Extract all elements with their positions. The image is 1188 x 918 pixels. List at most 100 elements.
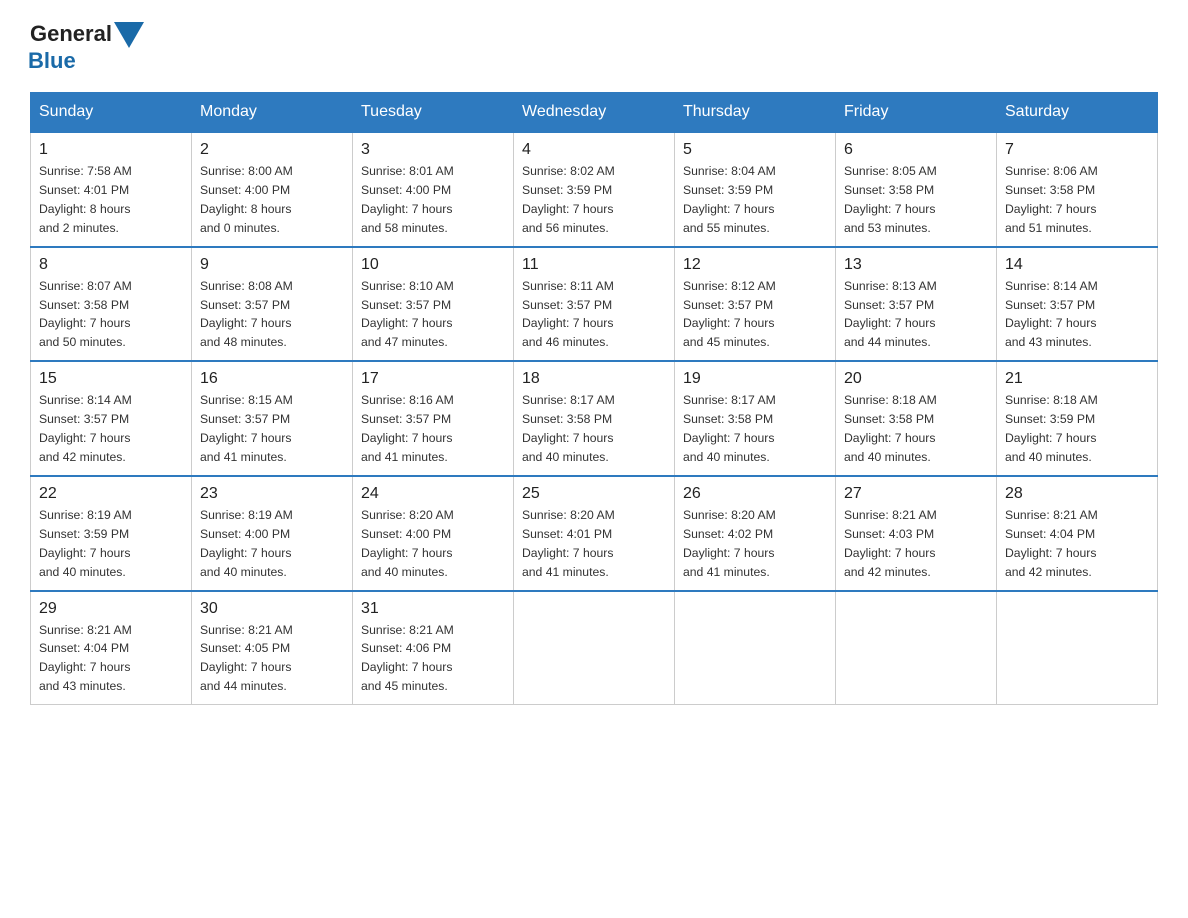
day-info: Sunrise: 8:11 AMSunset: 3:57 PMDaylight:…	[522, 277, 666, 353]
day-info: Sunrise: 8:20 AMSunset: 4:01 PMDaylight:…	[522, 506, 666, 582]
week-row-1: 1Sunrise: 7:58 AMSunset: 4:01 PMDaylight…	[31, 132, 1158, 247]
calendar-cell: 24 Sunrise: 8:20 AMSunset: 4:00 PMDayligh…	[353, 476, 514, 591]
day-info: Sunrise: 8:14 AMSunset: 3:57 PMDaylight:…	[39, 391, 183, 467]
day-number: 8	[39, 256, 183, 274]
day-number: 6	[844, 141, 988, 159]
header-thursday: Thursday	[675, 93, 836, 133]
calendar-cell	[836, 591, 997, 705]
header-sunday: Sunday	[31, 93, 192, 133]
day-number: 23	[200, 485, 344, 503]
day-number: 12	[683, 256, 827, 274]
day-info: Sunrise: 8:18 AMSunset: 3:59 PMDaylight:…	[1005, 391, 1149, 467]
day-number: 26	[683, 485, 827, 503]
day-info: Sunrise: 8:04 AMSunset: 3:59 PMDaylight:…	[683, 162, 827, 238]
calendar-cell: 14Sunrise: 8:14 AMSunset: 3:57 PMDayligh…	[997, 247, 1158, 362]
calendar-cell: 16 Sunrise: 8:15 AMSunset: 3:57 PMDayligh…	[192, 361, 353, 476]
calendar-cell: 11 Sunrise: 8:11 AMSunset: 3:57 PMDayligh…	[514, 247, 675, 362]
calendar-cell: 8 Sunrise: 8:07 AMSunset: 3:58 PMDaylight…	[31, 247, 192, 362]
day-number: 17	[361, 370, 505, 388]
day-number: 11	[522, 256, 666, 274]
calendar-cell	[997, 591, 1158, 705]
calendar-cell: 13 Sunrise: 8:13 AMSunset: 3:57 PMDayligh…	[836, 247, 997, 362]
header-tuesday: Tuesday	[353, 93, 514, 133]
day-info: Sunrise: 8:12 AMSunset: 3:57 PMDaylight:…	[683, 277, 827, 353]
day-number: 16	[200, 370, 344, 388]
day-number: 13	[844, 256, 988, 274]
week-row-3: 15 Sunrise: 8:14 AMSunset: 3:57 PMDayligh…	[31, 361, 1158, 476]
day-number: 10	[361, 256, 505, 274]
calendar-cell: 3 Sunrise: 8:01 AMSunset: 4:00 PMDaylight…	[353, 132, 514, 247]
calendar-cell: 22 Sunrise: 8:19 AMSunset: 3:59 PMDayligh…	[31, 476, 192, 591]
day-info: Sunrise: 8:10 AMSunset: 3:57 PMDaylight:…	[361, 277, 505, 353]
logo-blue-text: Blue	[28, 48, 76, 74]
day-info: Sunrise: 8:21 AMSunset: 4:04 PMDaylight:…	[1005, 506, 1149, 582]
day-number: 25	[522, 485, 666, 503]
calendar-cell: 2Sunrise: 8:00 AMSunset: 4:00 PMDaylight…	[192, 132, 353, 247]
day-number: 18	[522, 370, 666, 388]
day-number: 15	[39, 370, 183, 388]
calendar-cell: 21 Sunrise: 8:18 AMSunset: 3:59 PMDayligh…	[997, 361, 1158, 476]
day-info: Sunrise: 8:21 AMSunset: 4:06 PMDaylight:…	[361, 621, 505, 697]
day-info: Sunrise: 8:16 AMSunset: 3:57 PMDaylight:…	[361, 391, 505, 467]
day-number: 22	[39, 485, 183, 503]
calendar-cell: 7Sunrise: 8:06 AMSunset: 3:58 PMDaylight…	[997, 132, 1158, 247]
day-info: Sunrise: 8:20 AMSunset: 4:00 PMDaylight:…	[361, 506, 505, 582]
logo-triangle-icon	[114, 22, 144, 48]
logo: General Blue	[30, 20, 144, 74]
calendar-cell: 20Sunrise: 8:18 AMSunset: 3:58 PMDayligh…	[836, 361, 997, 476]
day-number: 3	[361, 141, 505, 159]
calendar-cell: 26 Sunrise: 8:20 AMSunset: 4:02 PMDayligh…	[675, 476, 836, 591]
day-number: 9	[200, 256, 344, 274]
calendar-cell: 12 Sunrise: 8:12 AMSunset: 3:57 PMDayligh…	[675, 247, 836, 362]
header-friday: Friday	[836, 93, 997, 133]
day-info: Sunrise: 8:20 AMSunset: 4:02 PMDaylight:…	[683, 506, 827, 582]
day-number: 2	[200, 141, 344, 159]
day-info: Sunrise: 8:21 AMSunset: 4:03 PMDaylight:…	[844, 506, 988, 582]
day-info: Sunrise: 8:07 AMSunset: 3:58 PMDaylight:…	[39, 277, 183, 353]
calendar-table: SundayMondayTuesdayWednesdayThursdayFrid…	[30, 92, 1158, 705]
day-number: 4	[522, 141, 666, 159]
day-info: Sunrise: 8:21 AMSunset: 4:05 PMDaylight:…	[200, 621, 344, 697]
day-number: 30	[200, 600, 344, 618]
day-info: Sunrise: 8:17 AMSunset: 3:58 PMDaylight:…	[522, 391, 666, 467]
calendar-cell: 23 Sunrise: 8:19 AMSunset: 4:00 PMDayligh…	[192, 476, 353, 591]
day-info: Sunrise: 7:58 AMSunset: 4:01 PMDaylight:…	[39, 162, 183, 238]
day-info: Sunrise: 8:02 AMSunset: 3:59 PMDaylight:…	[522, 162, 666, 238]
header-monday: Monday	[192, 93, 353, 133]
day-info: Sunrise: 8:01 AMSunset: 4:00 PMDaylight:…	[361, 162, 505, 238]
calendar-cell: 25 Sunrise: 8:20 AMSunset: 4:01 PMDayligh…	[514, 476, 675, 591]
day-info: Sunrise: 8:06 AMSunset: 3:58 PMDaylight:…	[1005, 162, 1149, 238]
day-info: Sunrise: 8:08 AMSunset: 3:57 PMDaylight:…	[200, 277, 344, 353]
day-info: Sunrise: 8:21 AMSunset: 4:04 PMDaylight:…	[39, 621, 183, 697]
calendar-cell: 1Sunrise: 7:58 AMSunset: 4:01 PMDaylight…	[31, 132, 192, 247]
day-number: 28	[1005, 485, 1149, 503]
calendar-cell: 17 Sunrise: 8:16 AMSunset: 3:57 PMDayligh…	[353, 361, 514, 476]
week-row-5: 29 Sunrise: 8:21 AMSunset: 4:04 PMDayligh…	[31, 591, 1158, 705]
day-number: 20	[844, 370, 988, 388]
header-wednesday: Wednesday	[514, 93, 675, 133]
week-row-4: 22 Sunrise: 8:19 AMSunset: 3:59 PMDayligh…	[31, 476, 1158, 591]
day-info: Sunrise: 8:17 AMSunset: 3:58 PMDaylight:…	[683, 391, 827, 467]
day-info: Sunrise: 8:15 AMSunset: 3:57 PMDaylight:…	[200, 391, 344, 467]
day-number: 21	[1005, 370, 1149, 388]
calendar-cell: 10 Sunrise: 8:10 AMSunset: 3:57 PMDayligh…	[353, 247, 514, 362]
calendar-cell: 9 Sunrise: 8:08 AMSunset: 3:57 PMDaylight…	[192, 247, 353, 362]
day-number: 27	[844, 485, 988, 503]
day-info: Sunrise: 8:19 AMSunset: 4:00 PMDaylight:…	[200, 506, 344, 582]
calendar-cell	[514, 591, 675, 705]
calendar-cell: 27 Sunrise: 8:21 AMSunset: 4:03 PMDayligh…	[836, 476, 997, 591]
day-info: Sunrise: 8:19 AMSunset: 3:59 PMDaylight:…	[39, 506, 183, 582]
calendar-cell: 28 Sunrise: 8:21 AMSunset: 4:04 PMDayligh…	[997, 476, 1158, 591]
day-info: Sunrise: 8:13 AMSunset: 3:57 PMDaylight:…	[844, 277, 988, 353]
day-number: 29	[39, 600, 183, 618]
calendar-cell: 18 Sunrise: 8:17 AMSunset: 3:58 PMDayligh…	[514, 361, 675, 476]
calendar-cell: 30 Sunrise: 8:21 AMSunset: 4:05 PMDayligh…	[192, 591, 353, 705]
calendar-cell: 31Sunrise: 8:21 AMSunset: 4:06 PMDayligh…	[353, 591, 514, 705]
page-header: General Blue	[30, 20, 1158, 74]
logo-general-text: General	[30, 21, 112, 47]
calendar-cell: 15 Sunrise: 8:14 AMSunset: 3:57 PMDayligh…	[31, 361, 192, 476]
day-info: Sunrise: 8:05 AMSunset: 3:58 PMDaylight:…	[844, 162, 988, 238]
day-number: 19	[683, 370, 827, 388]
day-number: 24	[361, 485, 505, 503]
calendar-cell: 29 Sunrise: 8:21 AMSunset: 4:04 PMDayligh…	[31, 591, 192, 705]
